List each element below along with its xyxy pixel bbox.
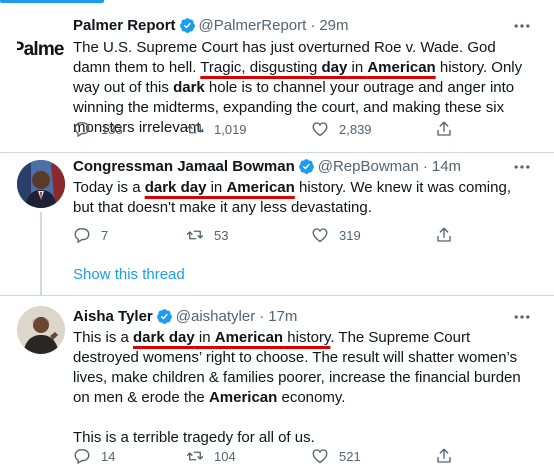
like-count: 521 (339, 448, 361, 464)
verified-badge-icon (156, 308, 172, 324)
show-thread-link[interactable]: Show this thread (73, 266, 185, 283)
display-name[interactable]: Aisha Tyler (73, 308, 153, 325)
timestamp[interactable]: 29m (319, 17, 348, 34)
retweet-icon (186, 230, 204, 240)
share-button[interactable] (435, 225, 463, 245)
user-handle[interactable]: @aishatyler (176, 308, 255, 325)
avatar[interactable] (17, 160, 65, 208)
heart-icon (312, 228, 328, 243)
retweet-icon (186, 124, 204, 134)
display-name[interactable]: Palmer Report (73, 17, 176, 34)
highlighted-phrase: dark day in American (144, 179, 295, 196)
heart-icon (312, 122, 328, 137)
avatar-photo-icon (17, 306, 65, 354)
timestamp[interactable]: 14m (432, 158, 461, 175)
reply-icon (74, 122, 90, 138)
avatar-photo-icon (17, 160, 65, 208)
user-handle[interactable]: @RepBowman (318, 158, 419, 175)
more-options-icon[interactable] (512, 157, 532, 177)
share-icon (437, 448, 451, 463)
like-button[interactable]: 521 (311, 446, 361, 466)
retweet-count: 1,019 (214, 121, 247, 137)
top-tab-indicator (0, 0, 554, 8)
avatar-logo-text: Palmer (17, 39, 65, 60)
tweet-text-paragraph-2: This is a terrible tragedy for all of us… (73, 429, 315, 446)
like-count: 2,839 (339, 121, 372, 137)
tweet-header: Congressman Jamaal Bowman @RepBowman · 1… (73, 156, 461, 176)
tweet-palmer-report[interactable]: Palmer Palmer Report @PalmerReport · 29m… (0, 8, 554, 153)
user-handle[interactable]: @PalmerReport (199, 17, 307, 34)
verified-badge-icon (298, 158, 314, 174)
thread-connector-line (40, 212, 42, 296)
verified-badge-icon (179, 17, 195, 33)
separator-dot: · (259, 307, 265, 325)
tweet-text: This is a dark day in American history. … (73, 328, 533, 448)
share-icon (437, 121, 451, 136)
tweet-actions: 7 53 319 (73, 225, 473, 245)
retweet-button[interactable]: 53 (186, 225, 228, 245)
tweet-text: Today is a dark day in American history.… (73, 179, 511, 216)
tweet-actions: 14 104 521 (73, 446, 473, 466)
like-button[interactable]: 319 (311, 225, 361, 245)
active-tab-accent (0, 0, 104, 3)
reply-button[interactable]: 7 (73, 225, 108, 245)
reply-button[interactable]: 133 (73, 119, 123, 139)
share-button[interactable] (435, 119, 463, 139)
heart-icon (312, 449, 328, 464)
separator-dot: · (310, 16, 316, 34)
highlighted-phrase: dark day in American history (133, 329, 331, 346)
more-options-icon[interactable] (512, 16, 532, 36)
tweet-header: Aisha Tyler @aishatyler · 17m (73, 306, 297, 326)
reply-count: 14 (101, 448, 116, 464)
retweet-count: 53 (214, 227, 229, 243)
tweet-actions: 133 1,019 2,839 (73, 119, 473, 139)
retweet-count: 104 (214, 448, 236, 464)
retweet-icon (186, 451, 204, 461)
tweet-aisha-tyler[interactable]: Aisha Tyler @aishatyler · 17m This is a … (0, 296, 554, 475)
retweet-button[interactable]: 104 (186, 446, 236, 466)
avatar[interactable]: Palmer (17, 26, 65, 74)
reply-icon (74, 228, 90, 244)
tweet-header: Palmer Report @PalmerReport · 29m (73, 15, 349, 35)
like-count: 319 (339, 227, 361, 243)
highlighted-phrase: Tragic, disgusting day in American (200, 59, 436, 76)
share-icon (437, 227, 451, 242)
avatar[interactable] (17, 306, 65, 354)
reply-button[interactable]: 14 (73, 446, 115, 466)
reply-count: 133 (101, 121, 123, 137)
share-button[interactable] (435, 446, 463, 466)
reply-count: 7 (101, 227, 109, 243)
separator-dot: · (422, 157, 428, 175)
more-options-icon[interactable] (512, 307, 532, 327)
reply-icon (74, 449, 90, 465)
timestamp[interactable]: 17m (268, 308, 297, 325)
like-button[interactable]: 2,839 (311, 119, 372, 139)
retweet-button[interactable]: 1,019 (186, 119, 247, 139)
display-name[interactable]: Congressman Jamaal Bowman (73, 158, 295, 175)
